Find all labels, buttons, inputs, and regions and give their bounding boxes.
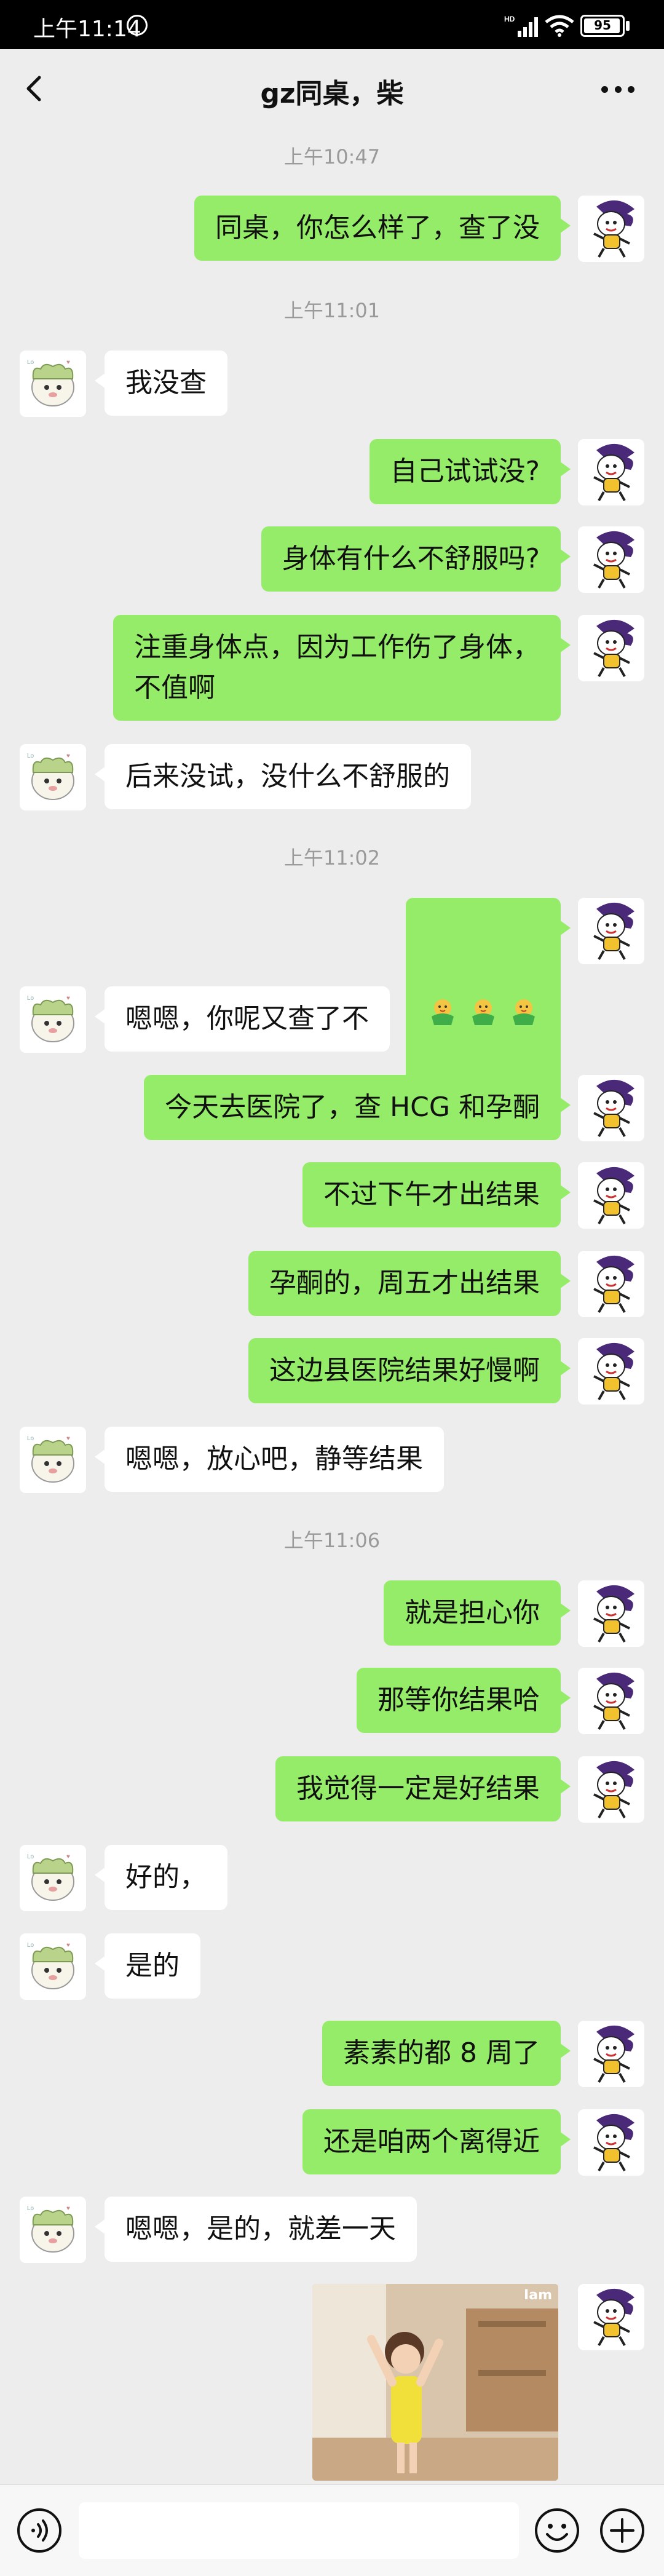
self-avatar[interactable] [578, 1756, 644, 1823]
status-time: 上午11:14 [33, 17, 141, 42]
self-avatar[interactable] [578, 1075, 644, 1141]
svg-text:♥: ♥ [66, 995, 70, 1002]
toddler-photo [312, 2284, 558, 2481]
sent-message-bubble[interactable]: 今天去医院了，查 HCG 和孕酮 [144, 1075, 571, 1140]
self-avatar[interactable] [578, 2021, 644, 2087]
battery-tip [626, 21, 630, 31]
chick-emoji-icon [513, 999, 535, 1025]
self-avatar[interactable] [578, 439, 644, 505]
self-avatar[interactable] [578, 898, 644, 964]
sent-message-bubble[interactable]: 自己试试没? [369, 439, 571, 504]
svg-text:Lo: Lo [27, 1853, 34, 1860]
contact-avatar[interactable]: Lo ♥ [20, 351, 86, 417]
received-message-bubble[interactable]: 嗯嗯，放心吧，静等结果 [95, 1427, 444, 1492]
self-avatar[interactable] [578, 1162, 644, 1229]
self-avatar[interactable] [578, 526, 644, 593]
self-avatar[interactable] [578, 2109, 644, 2176]
self-avatar[interactable] [578, 1251, 644, 1317]
contact-avatar[interactable]: Lo ♥ [20, 1845, 86, 1911]
chat-input-bar [0, 2484, 664, 2576]
svg-text:Lo: Lo [27, 2205, 34, 2212]
sent-message-bubble[interactable]: 注重身体点，因为工作伤了身体， 不值啊 [113, 615, 571, 721]
message-timestamp: 上午10:47 [283, 145, 381, 168]
image-watermark: Iam [524, 2288, 552, 2303]
self-avatar[interactable] [578, 1338, 644, 1405]
sent-message-bubble[interactable]: 就是担心你 [384, 1580, 571, 1646]
battery-level-text: 95 [594, 18, 611, 33]
message-timestamp: 上午11:02 [283, 846, 381, 870]
chat-title: gz同桌，柴 [260, 78, 404, 109]
received-message-bubble[interactable]: 嗯嗯，你呢又查了不 [95, 986, 390, 1052]
sent-message-bubble[interactable]: 不过下午才出结果 [302, 1162, 571, 1227]
svg-text:Lo: Lo [27, 1942, 34, 1949]
sent-message-bubble[interactable]: 素素的都 8 周了 [322, 2021, 571, 2086]
message-timestamp: 上午11:06 [283, 1529, 381, 1552]
received-message-bubble[interactable]: 好的， [95, 1845, 227, 1910]
self-avatar[interactable] [578, 2284, 644, 2350]
chick-emoji-icon [472, 999, 494, 1025]
svg-text:Lo: Lo [27, 359, 34, 366]
sent-message-bubble[interactable]: 这边县医院结果好慢啊 [248, 1338, 571, 1403]
svg-text:Lo: Lo [27, 1435, 34, 1442]
alarm-icon [127, 15, 148, 36]
svg-text:♥: ♥ [66, 1853, 70, 1860]
message-timestamp: 上午11:01 [283, 299, 381, 322]
svg-text:Lo: Lo [27, 753, 34, 759]
self-avatar[interactable] [578, 1580, 644, 1647]
status-bar: 上午11:14 HD 95 [0, 0, 664, 49]
message-input[interactable] [79, 2502, 519, 2559]
svg-text:♥: ♥ [66, 2205, 70, 2212]
sent-message-bubble[interactable]: 还是咱两个离得近 [302, 2109, 571, 2174]
sent-image-message[interactable]: Iam [312, 2284, 558, 2481]
sent-message-bubble[interactable]: 孕酮的，周五才出结果 [248, 1251, 571, 1316]
svg-text:♥: ♥ [66, 753, 70, 759]
self-avatar[interactable] [578, 196, 644, 262]
svg-text:HD: HD [504, 15, 515, 23]
svg-text:♥: ♥ [66, 359, 70, 366]
contact-avatar[interactable]: Lo ♥ [20, 1933, 86, 2000]
svg-text:♥: ♥ [66, 1435, 70, 1442]
received-message-bubble[interactable]: 嗯嗯，是的，就差一天 [95, 2197, 417, 2262]
sent-message-bubble[interactable]: 身体有什么不舒服吗? [261, 526, 571, 592]
emoji-row [427, 991, 540, 1032]
self-avatar[interactable] [578, 615, 644, 681]
voice-icon[interactable] [16, 2507, 63, 2554]
contact-avatar[interactable]: Lo ♥ [20, 986, 86, 1053]
plus-icon[interactable] [599, 2507, 646, 2554]
svg-text:♥: ♥ [66, 1942, 70, 1949]
wifi-icon [545, 15, 574, 37]
received-message-bubble[interactable]: 我没查 [95, 351, 227, 416]
sent-message-bubble[interactable]: 同桌，你怎么样了，查了没 [194, 196, 571, 261]
more-icon[interactable] [596, 68, 639, 111]
contact-avatar[interactable]: Lo ♥ [20, 744, 86, 810]
battery-icon: 95 [580, 15, 625, 37]
emoji-icon[interactable] [534, 2507, 580, 2554]
received-message-bubble[interactable]: 后来没试，没什么不舒服的 [95, 744, 471, 809]
chick-emoji-icon [432, 999, 454, 1025]
chat-header: gz同桌，柴 [0, 49, 664, 128]
contact-avatar[interactable]: Lo ♥ [20, 2197, 86, 2263]
contact-avatar[interactable]: Lo ♥ [20, 1427, 86, 1493]
sent-message-bubble[interactable]: 那等你结果哈 [357, 1668, 571, 1733]
svg-text:Lo: Lo [27, 995, 34, 1002]
self-avatar[interactable] [578, 1668, 644, 1734]
sent-message-bubble[interactable]: 我觉得一定是好结果 [275, 1756, 571, 1821]
received-message-bubble[interactable]: 是的 [95, 1933, 200, 1999]
signal-icon: HD [504, 15, 538, 37]
